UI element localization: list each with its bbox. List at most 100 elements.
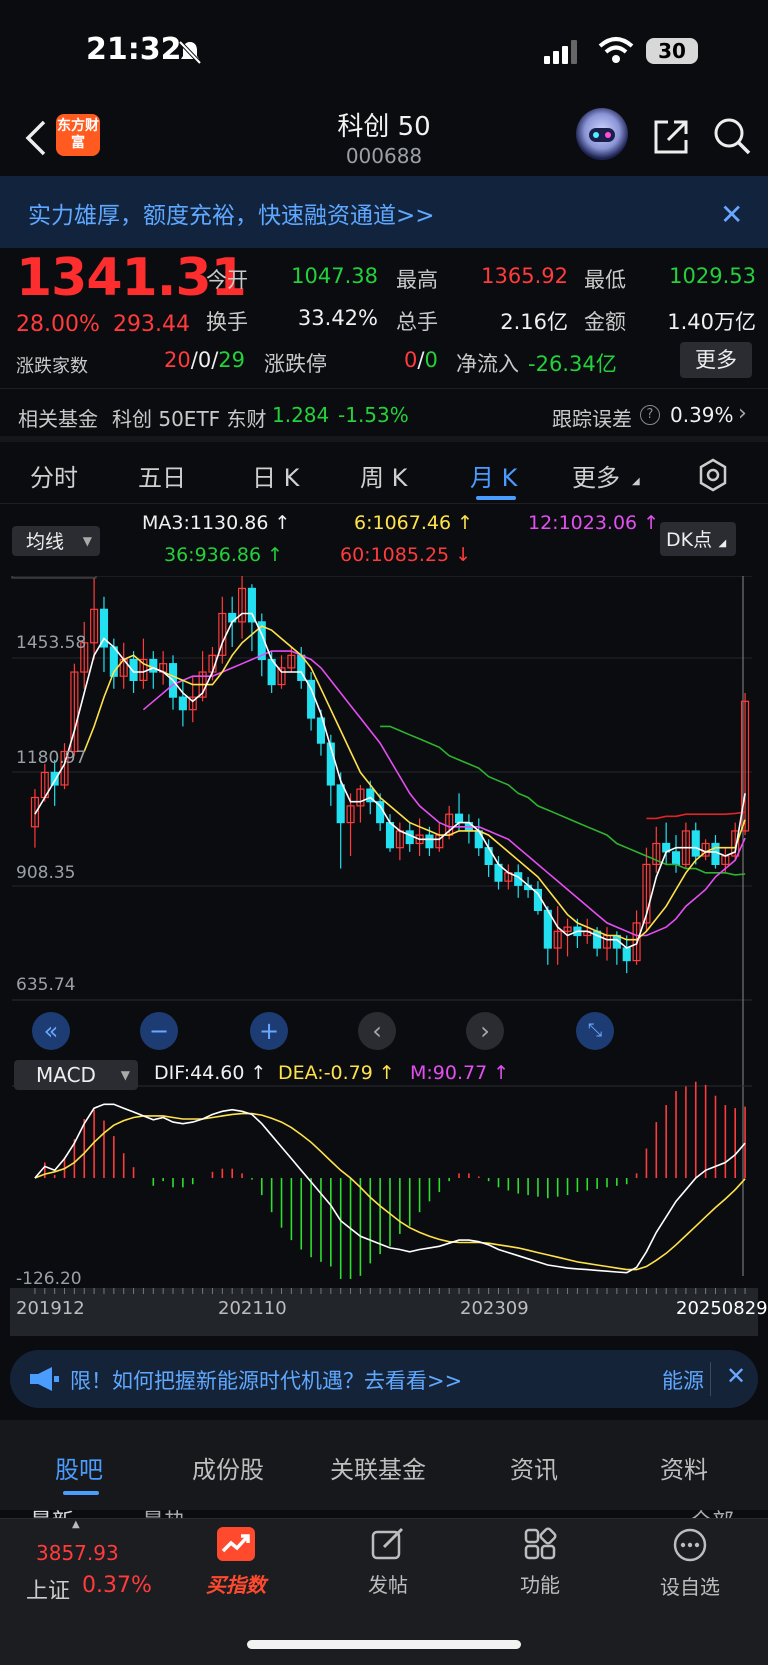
cellular-signal-icon xyxy=(544,40,577,64)
close-icon[interactable]: ✕ xyxy=(726,1362,746,1390)
index-pct: 0.37% xyxy=(82,1573,152,1598)
open-value: 1047.38 xyxy=(291,264,378,288)
dropdown-triangle-icon: ◢ xyxy=(632,476,640,487)
notice-bar[interactable]: 限！如何把握新能源时代机遇？去看看>> 能源 ✕ xyxy=(10,1350,758,1408)
notice-text[interactable]: 限！如何把握新能源时代机遇？去看看>> xyxy=(70,1365,462,1395)
nav-post-label: 发帖 xyxy=(368,1573,408,1597)
tracking-value: 0.39% xyxy=(670,403,734,427)
tab-guba[interactable]: 股吧 xyxy=(55,1450,103,1485)
candle-down xyxy=(405,830,414,845)
ma36-line xyxy=(380,725,746,876)
tab-constituents[interactable]: 成份股 xyxy=(192,1450,264,1485)
y-axis-label: 1453.58 xyxy=(16,633,86,653)
dk-point-button[interactable]: DK点 ◢ xyxy=(660,522,736,556)
nav-buy-label: 买指数 xyxy=(206,1573,266,1597)
tab-related-funds[interactable]: 关联基金 xyxy=(330,1450,426,1485)
tab-intraday[interactable]: 分时 xyxy=(30,458,78,493)
nav-post[interactable]: 发帖 xyxy=(328,1527,448,1598)
turnover-value: 33.42% xyxy=(297,306,378,330)
ma60-line xyxy=(646,811,746,820)
ma-lines xyxy=(34,612,746,949)
bell-muted-icon xyxy=(178,40,202,65)
nav-buy-index[interactable]: 买指数 xyxy=(176,1527,296,1598)
dea-value: DEA:-0.79 ↑ xyxy=(278,1062,395,1084)
megaphone-icon xyxy=(30,1367,59,1391)
kline-chart[interactable]: 1726.191453.581180.97908.35635.74110.82-… xyxy=(0,576,768,1336)
search-icon[interactable] xyxy=(712,116,752,156)
candle-down xyxy=(484,847,493,866)
candle-down xyxy=(622,947,631,962)
x-axis-label: 20250829 xyxy=(676,1298,768,1319)
candle-down xyxy=(454,813,464,824)
high-value: 1365.92 xyxy=(481,264,568,288)
more-circle-icon xyxy=(673,1528,707,1562)
x-axis-label: 202309 xyxy=(460,1298,529,1319)
tab-more[interactable]: 更多 xyxy=(572,458,620,493)
dropdown-triangle-icon: ▼ xyxy=(120,1068,130,1082)
nav-watchlist-label: 设自选 xyxy=(660,1575,720,1599)
open-label: 今开 xyxy=(206,268,248,292)
x-axis-label: 201912 xyxy=(16,1298,85,1319)
active-tab-indicator xyxy=(63,1491,99,1495)
candle-down xyxy=(149,658,158,673)
index-value: 3857.93 xyxy=(36,1541,119,1565)
close-icon[interactable]: ✕ xyxy=(720,198,743,231)
candle-down xyxy=(385,821,395,849)
expand-icon[interactable]: ⤡ xyxy=(576,1012,614,1050)
dropdown-triangle-icon: ▼ xyxy=(82,534,92,548)
macd-selector[interactable]: MACD ▼ xyxy=(14,1060,138,1090)
trend-up-icon xyxy=(217,1527,255,1561)
grid-icon xyxy=(524,1527,557,1560)
robot-assistant-icon[interactable] xyxy=(576,108,628,160)
divider xyxy=(710,1362,711,1396)
chevron-right-icon[interactable]: › xyxy=(466,1012,504,1050)
dk-point-label: DK点 xyxy=(666,529,713,551)
tab-monthly-k[interactable]: 月 K xyxy=(470,458,517,493)
y-axis-labels: 1726.191453.581180.97908.35635.74110.82-… xyxy=(11,576,97,1289)
chevron-left-icon[interactable]: ‹ xyxy=(358,1012,396,1050)
ma12-line xyxy=(142,650,746,937)
quote-panel: 1341.31 28.00% 293.44 今开 1047.38 最高 1365… xyxy=(0,248,768,388)
nav-functions[interactable]: 功能 xyxy=(480,1527,600,1598)
tab-five-day[interactable]: 五日 xyxy=(138,458,186,493)
fund-name[interactable]: 科创 50ETF 东财 xyxy=(112,403,267,432)
indicator-selector[interactable]: 均线 ▼ xyxy=(12,526,100,556)
limit-label: 涨跌停 xyxy=(264,352,327,376)
volume-value: 2.16亿 xyxy=(500,310,568,334)
share-icon[interactable] xyxy=(652,118,690,156)
promo-banner[interactable]: 实力雄厚，额度充裕，快速融资通道>> ✕ xyxy=(0,176,768,248)
y-axis-label: 1180.97 xyxy=(16,748,86,768)
m-value: M:90.77 ↑ xyxy=(410,1062,510,1084)
zoom-in-icon[interactable]: + xyxy=(250,1012,288,1050)
app-header: 东方财富 科创 50 000688 xyxy=(0,100,768,176)
ma3-value: MA3:1130.86 ↑ xyxy=(142,512,291,534)
caret-up-icon: ▲ xyxy=(72,1519,80,1530)
zoom-out-icon[interactable]: − xyxy=(140,1012,178,1050)
tab-daily-k[interactable]: 日 K xyxy=(252,458,299,493)
nav-add-watchlist[interactable]: 设自选 xyxy=(630,1527,750,1600)
battery-indicator: 30 xyxy=(646,38,698,64)
wifi-icon xyxy=(598,37,634,63)
notice-tail: 能源 xyxy=(662,1369,704,1393)
related-fund-row[interactable]: 相关基金 科创 50ETF 东财 1.284 -1.53% 跟踪误差 ? 0.3… xyxy=(0,388,768,442)
amount-label: 金额 xyxy=(584,310,626,334)
help-icon[interactable]: ? xyxy=(640,405,660,425)
macd-histogram xyxy=(43,1081,746,1279)
macd-selector-label: MACD xyxy=(36,1063,96,1087)
scroll-left-double-icon[interactable]: « xyxy=(32,1012,70,1050)
breadth-counts: 20/0/29 xyxy=(164,348,245,372)
fund-pct: -1.53% xyxy=(338,403,409,427)
more-button[interactable]: 更多 xyxy=(680,342,752,378)
promo-banner-text[interactable]: 实力雄厚，额度充裕，快速融资通道>> xyxy=(28,196,435,230)
ma36-value: 36:936.86 ↑ xyxy=(164,544,284,566)
macd-legend: MACD ▼ DIF:44.60 ↑ DEA:-0.79 ↑ M:90.77 ↑ xyxy=(0,1058,768,1092)
chevron-right-icon[interactable]: › xyxy=(738,401,747,426)
tab-profile[interactable]: 资料 xyxy=(660,1450,708,1485)
candle-down xyxy=(178,696,187,711)
tab-weekly-k[interactable]: 周 K xyxy=(360,458,407,493)
price-label-box xyxy=(11,576,97,579)
tab-news[interactable]: 资讯 xyxy=(510,1450,558,1485)
y-axis-label: 908.35 xyxy=(16,863,75,883)
gear-icon[interactable] xyxy=(696,458,730,492)
dif-value: DIF:44.60 ↑ xyxy=(154,1062,267,1084)
